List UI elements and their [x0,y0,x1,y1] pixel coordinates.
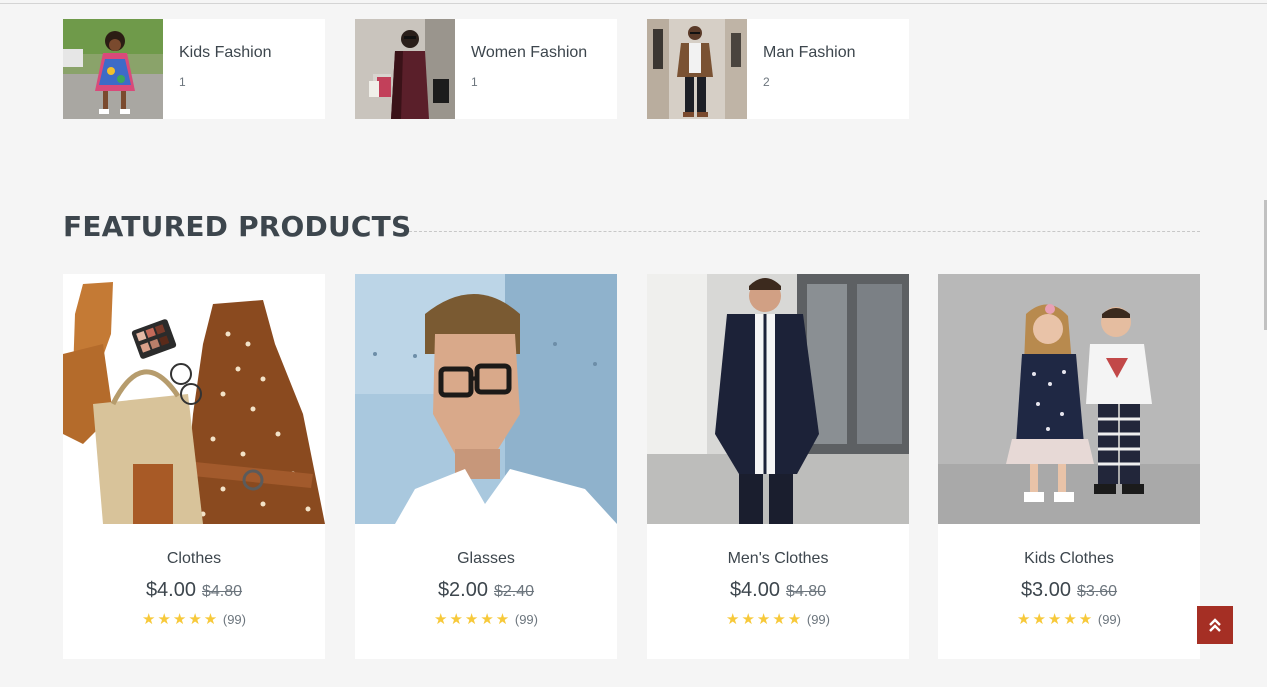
review-count: (99) [222,612,246,627]
category-card-man-fashion[interactable]: Man Fashion 2 [647,19,909,119]
category-name[interactable]: Women Fashion [471,44,587,62]
product-old-price: $4.80 [202,583,243,600]
product-price: $3.00 [1020,579,1071,601]
mens-clothes-photo[interactable] [647,274,909,524]
product-name[interactable]: Glasses [355,550,617,568]
clothes-photo[interactable] [63,274,325,524]
header-divider [0,3,1267,4]
title-divider [409,231,1200,232]
glasses-photo[interactable] [355,274,617,524]
category-card-kids-fashion[interactable]: Kids Fashion 1 [63,19,325,119]
man-fashion-photo [647,19,747,119]
product-price: $4.00 [729,579,780,601]
star-rating-icon: ★★★★★ [434,611,512,628]
product-card-glasses[interactable]: Glasses $2.00 $2.40 ★★★★★ (99) [355,274,617,659]
category-name[interactable]: Man Fashion [763,44,856,62]
product-card-clothes[interactable]: Clothes $4.00 $4.80 ★★★★★ (99) [63,274,325,659]
kids-fashion-photo [63,19,163,119]
product-old-price: $4.80 [786,583,827,600]
review-count: (99) [1097,612,1121,627]
review-count: (99) [806,612,830,627]
double-chevron-up-icon [1209,618,1221,632]
women-fashion-photo [355,19,455,119]
category-name[interactable]: Kids Fashion [179,44,272,62]
back-to-top-button[interactable] [1197,606,1233,644]
star-rating-icon: ★★★★★ [142,611,220,628]
featured-products-title: FEATURED PRODUCTS [63,210,412,243]
category-card-women-fashion[interactable]: Women Fashion 1 [355,19,617,119]
product-price: $2.00 [437,579,488,601]
product-card-kids-clothes[interactable]: Kids Clothes $3.00 $3.60 ★★★★★ (99) [938,274,1200,659]
product-old-price: $3.60 [1077,583,1118,600]
product-name[interactable]: Clothes [63,550,325,568]
product-price: $4.00 [145,579,196,601]
product-name[interactable]: Men's Clothes [647,550,909,568]
review-count: (99) [514,612,538,627]
star-rating-icon: ★★★★★ [1017,611,1095,628]
category-count: 1 [471,75,478,89]
category-count: 1 [179,75,186,89]
kids-clothes-photo[interactable] [938,274,1200,524]
product-old-price: $2.40 [494,583,535,600]
star-rating-icon: ★★★★★ [726,611,804,628]
product-name[interactable]: Kids Clothes [938,550,1200,568]
product-card-mens-clothes[interactable]: Men's Clothes $4.00 $4.80 ★★★★★ (99) [647,274,909,659]
category-count: 2 [763,75,770,89]
